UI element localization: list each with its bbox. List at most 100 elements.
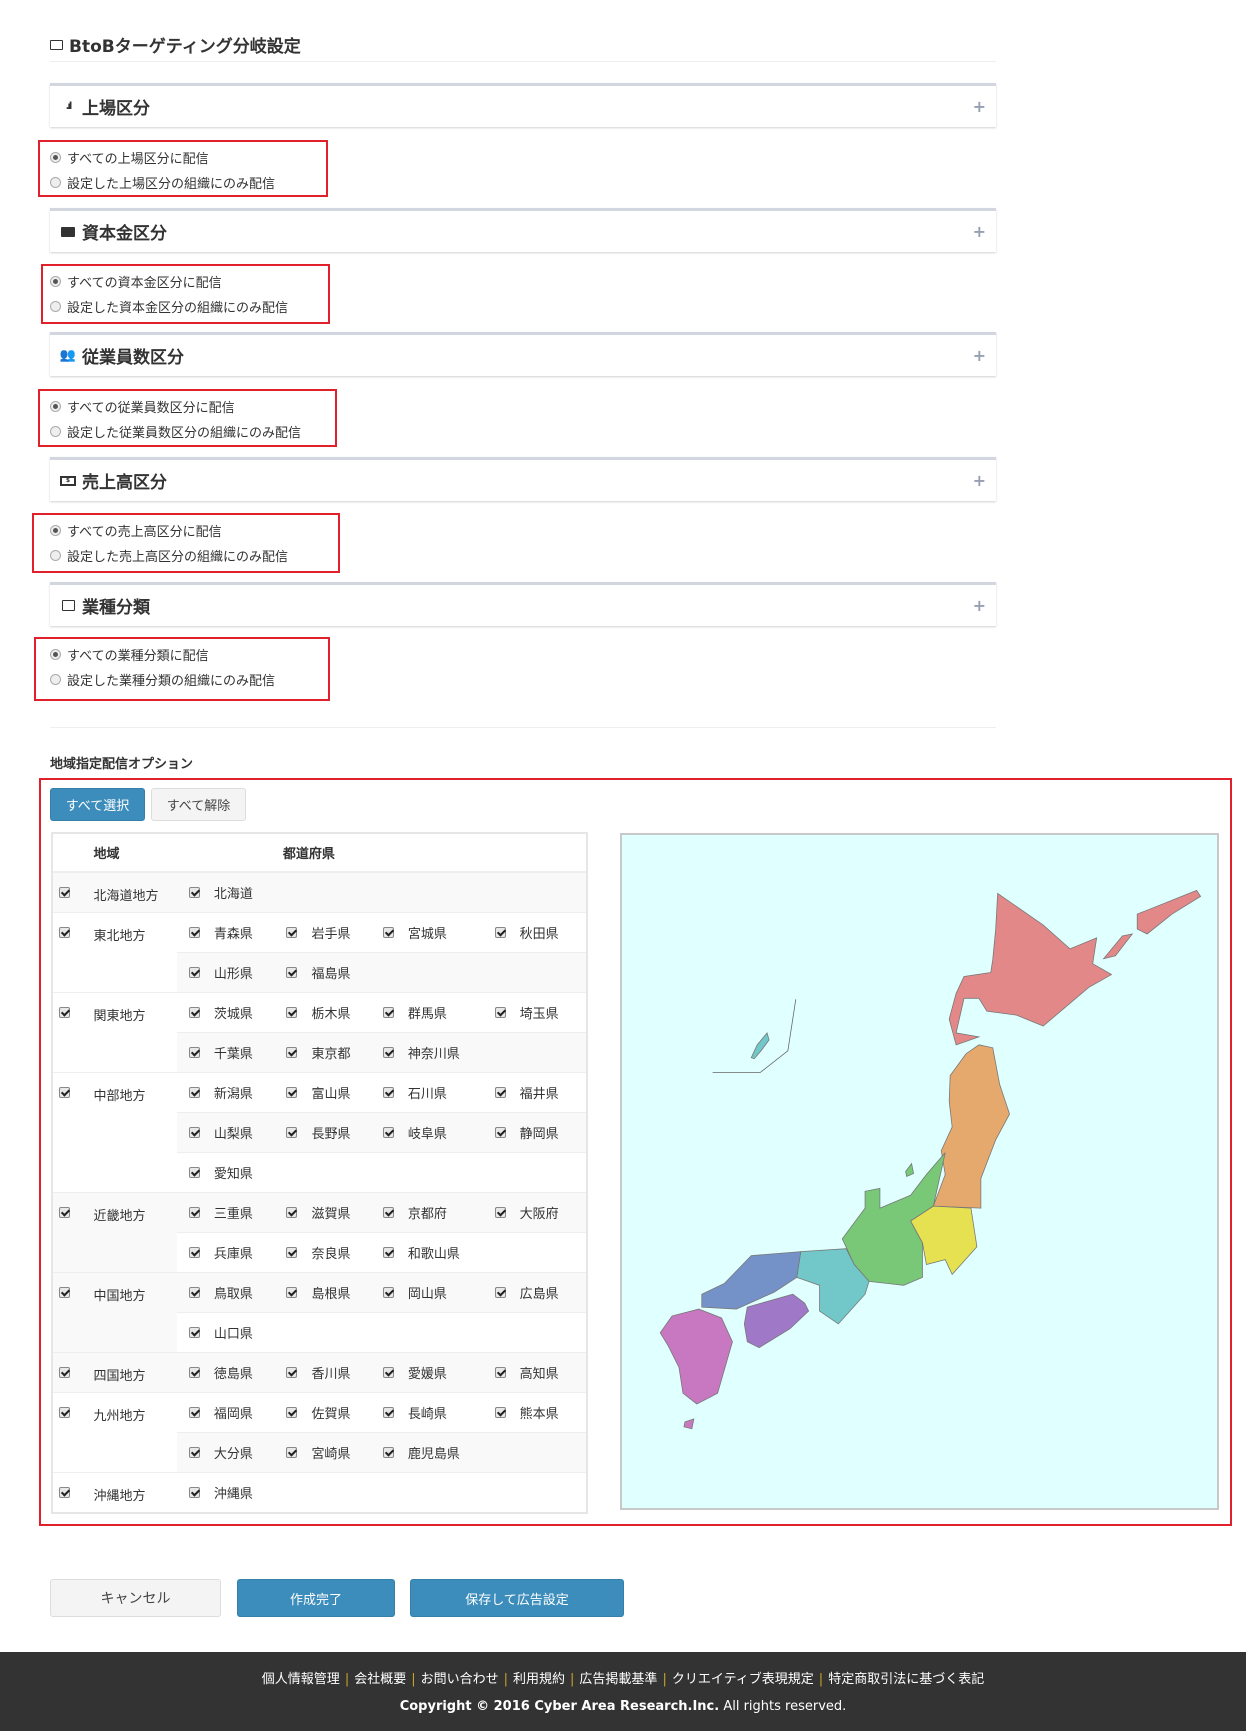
prefecture-item[interactable]: 奈良県 [286, 1243, 382, 1262]
prefecture-checkbox[interactable] [188, 1246, 200, 1258]
footer-link[interactable]: 特定商取引法に基づく表記 [828, 1672, 984, 1687]
prefecture-checkbox[interactable] [286, 1006, 298, 1018]
prefecture-item[interactable]: 長野県 [286, 1123, 382, 1142]
radio-button[interactable] [50, 401, 61, 412]
prefecture-checkbox[interactable] [286, 1446, 298, 1458]
prefecture-checkbox[interactable] [286, 1046, 298, 1058]
map-region-hokkaido[interactable] [948, 892, 1113, 1046]
save-and-ad-settings-button[interactable]: 保存して広告設定 [410, 1579, 624, 1617]
expand-plus-icon[interactable]: + [973, 346, 986, 365]
prefecture-item[interactable]: 大分県 [177, 1443, 287, 1462]
prefecture-item[interactable]: 愛知県 [177, 1163, 287, 1182]
prefecture-checkbox[interactable] [286, 1406, 298, 1418]
prefecture-item[interactable]: 熊本県 [494, 1403, 586, 1422]
prefecture-item[interactable]: 沖縄県 [177, 1483, 287, 1502]
prefecture-item[interactable]: 富山県 [286, 1083, 382, 1102]
section-panel-header[interactable]: 資本金区分 + [50, 208, 996, 252]
prefecture-item[interactable]: 茨城県 [177, 1003, 287, 1022]
map-region-chubu[interactable] [905, 1162, 915, 1178]
prefecture-checkbox[interactable] [286, 926, 298, 938]
prefecture-checkbox[interactable] [188, 1086, 200, 1098]
prefecture-checkbox[interactable] [188, 1446, 200, 1458]
radio-button[interactable] [50, 525, 61, 536]
radio-option[interactable]: すべての従業員数区分に配信 [40, 394, 335, 419]
prefecture-item[interactable]: 広島県 [494, 1283, 586, 1302]
map-region-kyushu[interactable] [683, 1418, 695, 1430]
deselect-all-button[interactable]: すべて解除 [151, 788, 246, 821]
prefecture-item[interactable]: 石川県 [382, 1083, 495, 1102]
footer-link[interactable]: 利用規約 [513, 1672, 565, 1687]
region-checkbox[interactable] [59, 1006, 70, 1018]
prefecture-checkbox[interactable] [286, 1086, 298, 1098]
prefecture-checkbox[interactable] [188, 1406, 200, 1418]
expand-plus-icon[interactable]: + [973, 471, 986, 490]
prefecture-checkbox[interactable] [188, 1366, 200, 1378]
prefecture-checkbox[interactable] [382, 1246, 394, 1258]
prefecture-item[interactable]: 北海道 [177, 883, 287, 902]
prefecture-item[interactable]: 山梨県 [177, 1123, 287, 1142]
prefecture-checkbox[interactable] [382, 1006, 394, 1018]
prefecture-checkbox[interactable] [382, 1046, 394, 1058]
radio-button[interactable] [50, 649, 61, 660]
prefecture-item[interactable]: 埼玉県 [494, 1003, 586, 1022]
prefecture-checkbox[interactable] [188, 1006, 200, 1018]
prefecture-checkbox[interactable] [494, 1086, 506, 1098]
prefecture-checkbox[interactable] [286, 966, 298, 978]
complete-button[interactable]: 作成完了 [237, 1579, 395, 1617]
region-checkbox[interactable] [59, 1486, 70, 1498]
section-panel-header[interactable]: .ıl 上場区分 + [50, 83, 996, 127]
region-checkbox[interactable] [59, 1086, 70, 1098]
section-panel-header[interactable]: $ 売上高区分 + [50, 457, 996, 501]
prefecture-item[interactable]: 島根県 [286, 1283, 382, 1302]
prefecture-item[interactable]: 岐阜県 [382, 1123, 495, 1142]
prefecture-item[interactable]: 岡山県 [382, 1283, 495, 1302]
prefecture-item[interactable]: 宮城県 [382, 923, 495, 942]
prefecture-item[interactable]: 群馬県 [382, 1003, 495, 1022]
select-all-button[interactable]: すべて選択 [50, 788, 145, 821]
radio-option[interactable]: 設定した売上高区分の組織にのみ配信 [34, 543, 338, 568]
prefecture-item[interactable]: 東京都 [286, 1043, 382, 1062]
footer-link[interactable]: クリエイティブ表現規定 [672, 1672, 814, 1687]
prefecture-checkbox[interactable] [494, 1126, 506, 1138]
prefecture-checkbox[interactable] [188, 1166, 200, 1178]
region-checkbox[interactable] [59, 1206, 70, 1218]
prefecture-item[interactable]: 愛媛県 [382, 1363, 495, 1382]
prefecture-checkbox[interactable] [382, 1446, 394, 1458]
region-checkbox[interactable] [59, 887, 70, 898]
prefecture-checkbox[interactable] [494, 1366, 506, 1378]
map-region-okinawa[interactable] [750, 1032, 770, 1060]
prefecture-item[interactable]: 三重県 [177, 1203, 287, 1222]
prefecture-item[interactable]: 兵庫県 [177, 1243, 287, 1262]
prefecture-checkbox[interactable] [188, 1206, 200, 1218]
radio-option[interactable]: すべての売上高区分に配信 [34, 518, 338, 543]
prefecture-checkbox[interactable] [188, 926, 200, 938]
prefecture-checkbox[interactable] [188, 886, 200, 898]
prefecture-item[interactable]: 青森県 [177, 923, 287, 942]
prefecture-checkbox[interactable] [494, 1006, 506, 1018]
prefecture-item[interactable]: 京都府 [382, 1203, 495, 1222]
prefecture-checkbox[interactable] [188, 1126, 200, 1138]
prefecture-item[interactable]: 山形県 [177, 963, 287, 982]
map-region-shikoku[interactable] [743, 1293, 810, 1349]
prefecture-item[interactable]: 栃木県 [286, 1003, 382, 1022]
expand-plus-icon[interactable]: + [973, 222, 986, 241]
prefecture-item[interactable]: 和歌山県 [382, 1243, 495, 1262]
prefecture-item[interactable]: 福岡県 [177, 1403, 287, 1422]
prefecture-checkbox[interactable] [382, 1366, 394, 1378]
map-region-kyushu[interactable] [659, 1308, 733, 1405]
map-region-tohoku[interactable] [932, 1044, 1010, 1209]
prefecture-checkbox[interactable] [382, 1086, 394, 1098]
prefecture-checkbox[interactable] [286, 1366, 298, 1378]
expand-plus-icon[interactable]: + [973, 596, 986, 615]
radio-button[interactable] [50, 177, 61, 188]
prefecture-item[interactable]: 大阪府 [494, 1203, 586, 1222]
prefecture-checkbox[interactable] [494, 1206, 506, 1218]
prefecture-item[interactable]: 高知県 [494, 1363, 586, 1382]
prefecture-item[interactable]: 鹿児島県 [382, 1443, 495, 1462]
prefecture-item[interactable]: 福島県 [286, 963, 382, 982]
prefecture-item[interactable]: 新潟県 [177, 1083, 287, 1102]
prefecture-checkbox[interactable] [188, 1486, 200, 1498]
radio-button[interactable] [50, 152, 61, 163]
prefecture-item[interactable]: 長崎県 [382, 1403, 495, 1422]
prefecture-checkbox[interactable] [382, 926, 394, 938]
